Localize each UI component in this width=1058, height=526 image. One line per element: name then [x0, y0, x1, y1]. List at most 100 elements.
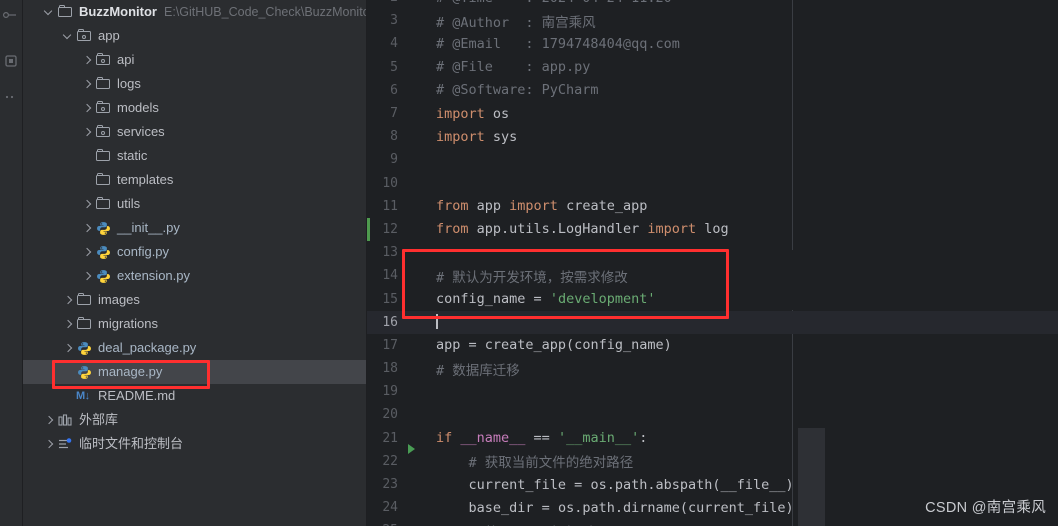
chevron-right-icon[interactable] — [62, 294, 75, 307]
token: if — [436, 430, 453, 447]
tree-item[interactable]: app — [23, 24, 366, 48]
code-editor[interactable]: 2 # @Time : 2024-04-24 11:20 3 # @Author : … — [367, 0, 1058, 526]
code-line[interactable]: 5 # @File : app.py — [367, 56, 1058, 79]
token: # @Time : 2024-04-24 11:20 — [436, 0, 672, 6]
vcs-change-marker[interactable] — [367, 217, 370, 242]
token: = — [574, 476, 591, 493]
token: # 获取当前文件的绝对路径 — [436, 455, 634, 472]
tree-item-label: BuzzMonitor — [79, 4, 157, 19]
chevron-right-icon[interactable] — [81, 102, 94, 115]
ide-window: BuzzMonitor E:\GitHUB_Code_Check\BuzzMoni… — [0, 0, 1058, 526]
code-text: # 获取当前文件的绝对路径 — [422, 451, 634, 472]
chevron-right-icon[interactable] — [81, 270, 94, 283]
code-line[interactable]: 22 # 获取当前文件的绝对路径 — [367, 450, 1058, 473]
code-text: current_file = os.path.abspath(__file__) — [422, 477, 794, 493]
chevron-right-icon[interactable] — [81, 126, 94, 139]
chevron-right-icon[interactable] — [81, 54, 94, 67]
code-line[interactable]: 9 — [367, 148, 1058, 171]
tree-item[interactable]: utils — [23, 192, 366, 216]
more-icon[interactable] — [2, 88, 20, 106]
code-line[interactable]: 18 # 数据库迁移 — [367, 357, 1058, 380]
code-line[interactable]: 23 current_file = os.path.abspath(__file… — [367, 473, 1058, 496]
chevron-right-icon[interactable] — [43, 438, 56, 451]
tree-item[interactable]: 临时文件和控制台 — [23, 432, 366, 456]
code-line[interactable]: 25 # 将项目目录添加到 sys.path — [367, 519, 1058, 526]
token: config_name — [436, 291, 534, 308]
code-line[interactable]: 8 import sys — [367, 125, 1058, 148]
tree-item[interactable]: __init__.py — [23, 216, 366, 240]
token: __name__ — [452, 430, 534, 447]
tree-item[interactable]: 外部库 — [23, 408, 366, 432]
tree-item[interactable]: api — [23, 48, 366, 72]
code-line[interactable]: 20 — [367, 403, 1058, 426]
code-line[interactable]: 2 # @Time : 2024-04-24 11:20 — [367, 0, 1058, 9]
line-number: 20 — [382, 407, 398, 423]
code-line[interactable]: 12 from app.utils.LogHandler import log — [367, 217, 1058, 242]
tree-item[interactable]: manage.py — [23, 360, 366, 384]
code-line[interactable]: 3 # @Author : 南宫乘风 — [367, 9, 1058, 32]
source-folder-icon — [95, 52, 112, 68]
code-line[interactable]: 19 — [367, 380, 1058, 403]
code-line[interactable]: 11 from app import create_app — [367, 195, 1058, 218]
line-number: 5 — [390, 59, 398, 75]
code-text: base_dir = os.path.dirname(current_file) — [422, 500, 794, 516]
code-line[interactable]: 14 # 默认为开发环境，按需求修改 — [367, 264, 1058, 287]
line-number: 2 — [367, 0, 407, 5]
project-root-row[interactable]: BuzzMonitor E:\GitHUB_Code_Check\BuzzMoni… — [23, 0, 366, 24]
chevron-right-icon[interactable] — [62, 318, 75, 331]
folder-icon — [95, 76, 112, 92]
token: import — [436, 105, 485, 122]
chevron-right-icon[interactable] — [81, 78, 94, 91]
tree-item[interactable]: models — [23, 96, 366, 120]
tree-item[interactable]: logs — [23, 72, 366, 96]
python-file-icon — [76, 340, 93, 356]
tree-item[interactable]: config.py — [23, 240, 366, 264]
tree-item[interactable]: migrations — [23, 312, 366, 336]
code-line[interactable]: 16 — [367, 310, 1058, 334]
chevron-right-icon[interactable] — [81, 222, 94, 235]
code-line[interactable]: 7 import os — [367, 102, 1058, 125]
code-line[interactable]: 13 — [367, 241, 1058, 264]
tree-item-label: __init__.py — [117, 220, 180, 235]
structure-icon[interactable] — [2, 6, 20, 24]
tree-item-label: app — [98, 28, 120, 43]
code-lines[interactable]: 2 # @Time : 2024-04-24 11:20 3 # @Author : … — [367, 0, 1058, 526]
token: : — [639, 430, 648, 447]
token: os — [484, 105, 510, 122]
chevron-down-icon[interactable] — [43, 6, 56, 19]
tree-item[interactable]: deal_package.py — [23, 336, 366, 360]
tree-item[interactable]: static — [23, 144, 366, 168]
tree-item[interactable]: services — [23, 120, 366, 144]
tree-item-label: 外部库 — [79, 412, 119, 427]
line-number: 17 — [382, 337, 398, 353]
code-line[interactable]: 15 config_name = 'development' — [367, 287, 1058, 310]
tree-item-label: templates — [117, 172, 174, 187]
code-line[interactable]: 17 app = create_app(config_name) — [367, 334, 1058, 357]
tree-item[interactable]: M↓ README.md — [23, 384, 366, 408]
code-text: import sys — [422, 129, 517, 145]
code-line[interactable]: 10 — [367, 172, 1058, 195]
token: create_app — [557, 198, 648, 215]
tree-item-label: extension.py — [117, 268, 190, 283]
tree-item[interactable]: extension.py — [23, 264, 366, 288]
tree-item[interactable]: templates — [23, 168, 366, 192]
token: create_app(config_name) — [484, 337, 672, 354]
chevron-right-icon[interactable] — [43, 414, 56, 427]
token: import — [436, 128, 485, 145]
code-line[interactable]: 4 # @Email : 1794748404@qq.com — [367, 32, 1058, 55]
tree-item[interactable]: images — [23, 288, 366, 312]
project-tree[interactable]: BuzzMonitor E:\GitHUB_Code_Check\BuzzMoni… — [23, 0, 366, 456]
chevron-right-icon[interactable] — [81, 198, 94, 211]
folder-icon — [95, 148, 112, 164]
folder-icon — [76, 316, 93, 332]
chevron-right-icon[interactable] — [81, 246, 94, 259]
line-number: 13 — [382, 245, 398, 261]
chevron-placeholder — [81, 150, 94, 163]
project-tree-panel[interactable]: BuzzMonitor E:\GitHUB_Code_Check\BuzzMoni… — [23, 0, 367, 526]
chevron-down-icon[interactable] — [62, 30, 75, 43]
code-text — [422, 314, 438, 330]
bookmark-icon[interactable] — [2, 52, 20, 70]
code-line[interactable]: 21 if __name__ == '__main__': — [367, 427, 1058, 455]
code-line[interactable]: 6 # @Software: PyCharm — [367, 79, 1058, 102]
chevron-right-icon[interactable] — [62, 342, 75, 355]
